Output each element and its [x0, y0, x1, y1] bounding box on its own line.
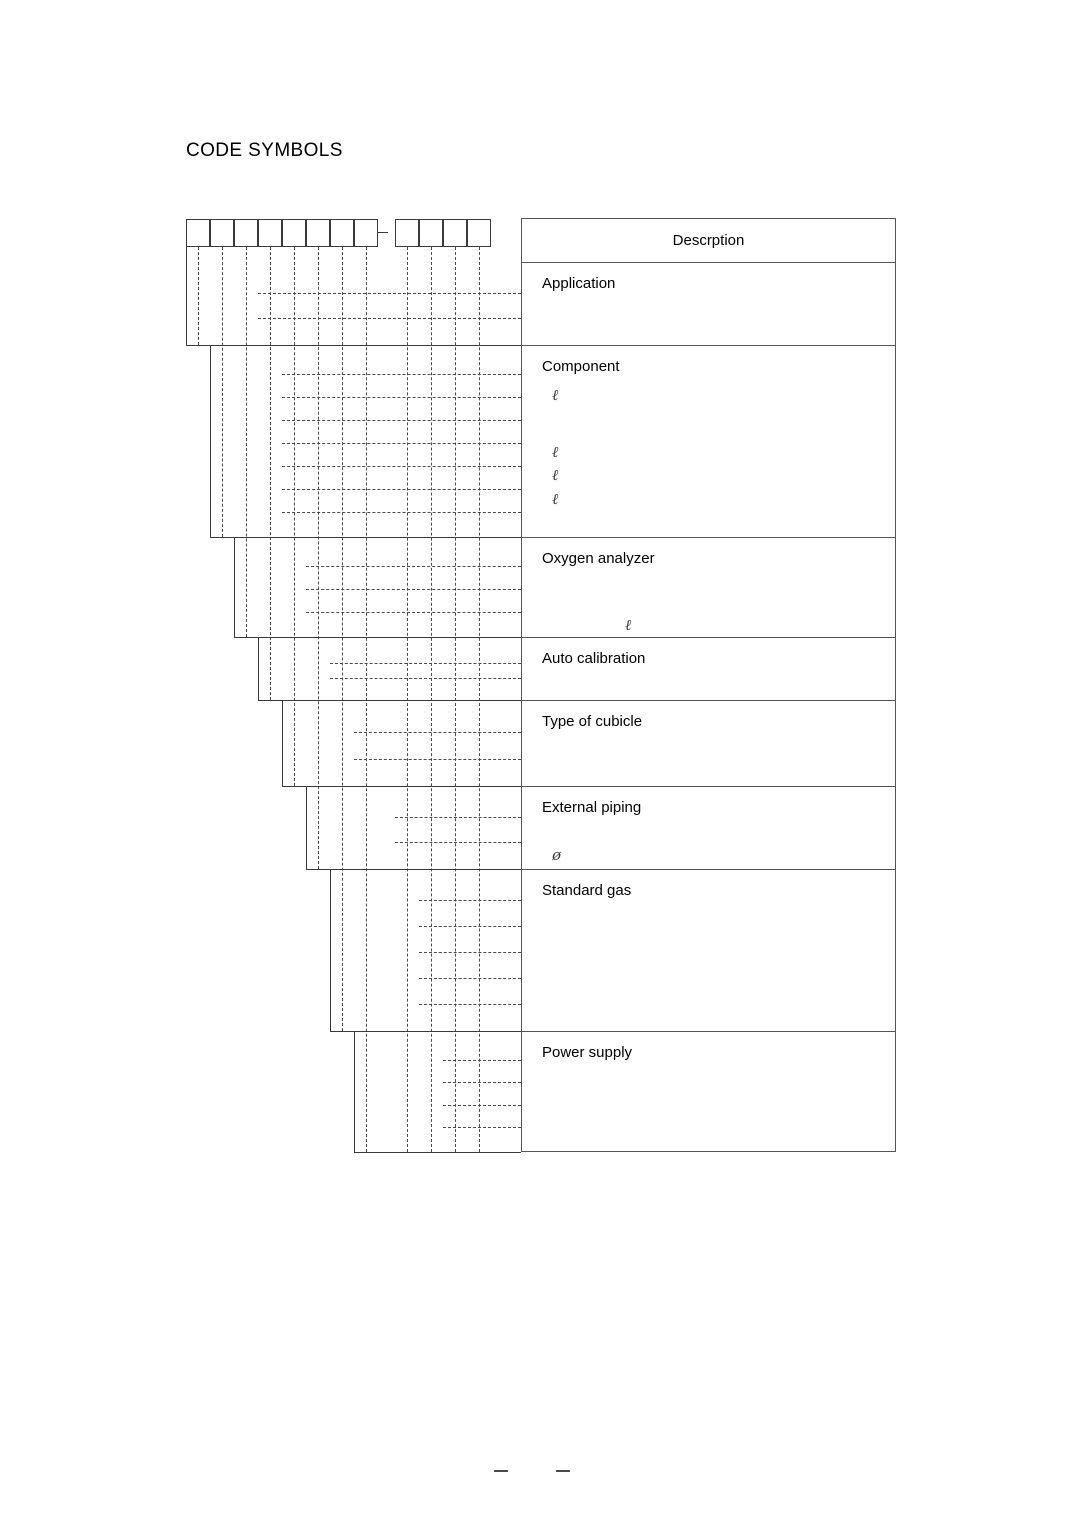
row-label: Type of cubicle	[542, 713, 643, 730]
footer-dash-left	[494, 1470, 508, 1472]
code-cell-left-4[interactable]	[258, 219, 282, 247]
drop-line-col-4	[270, 247, 271, 700]
leader-7-2	[419, 926, 521, 927]
drop-line-col-1	[198, 247, 199, 345]
step-baseline-1	[186, 345, 521, 346]
row-label: Standard gas	[542, 882, 632, 899]
step-baseline-8	[354, 1152, 521, 1153]
leader-8-2	[443, 1082, 521, 1083]
diameter-symbol: ø	[552, 846, 562, 864]
step-bracket-5	[282, 700, 283, 786]
leader-1-2	[258, 318, 521, 319]
leader-2-4	[282, 443, 521, 444]
code-cell-right-4[interactable]	[467, 219, 491, 247]
leader-8-1	[443, 1060, 521, 1061]
leader-2-5	[282, 466, 521, 467]
leader-7-5	[419, 1004, 521, 1005]
page-title: CODE SYMBOLS	[186, 140, 343, 161]
litre-symbol: ℓ	[552, 490, 559, 508]
leader-3-2	[306, 589, 521, 590]
code-cell-right-1[interactable]	[395, 219, 419, 247]
leader-4-2	[330, 678, 521, 679]
code-cell-right-3[interactable]	[443, 219, 467, 247]
leader-2-3	[282, 420, 521, 421]
step-bracket-3	[234, 537, 235, 637]
leader-1-1	[258, 293, 521, 294]
drop-line-col-2	[222, 247, 223, 537]
leader-2-6	[282, 489, 521, 490]
table-row: Type of cubicle	[522, 701, 895, 787]
code-cell-left-1[interactable]	[186, 219, 210, 247]
table-row: Auto calibration	[522, 638, 895, 701]
table-row: External piping ø	[522, 787, 895, 870]
table-row: Component ℓ ℓ ℓ ℓ	[522, 346, 895, 538]
leader-7-3	[419, 952, 521, 953]
leader-4-1	[330, 663, 521, 664]
code-cell-left-7[interactable]	[330, 219, 354, 247]
step-bracket-8	[354, 1031, 355, 1152]
drop-line-col-7	[342, 247, 343, 1031]
leader-3-1	[306, 566, 521, 567]
step-bracket-6	[306, 786, 307, 869]
leader-5-2	[354, 759, 521, 760]
leader-3-3	[306, 612, 521, 613]
table-row: Standard gas	[522, 870, 895, 1032]
step-baseline-6	[306, 869, 521, 870]
litre-symbol: ℓ	[552, 443, 559, 461]
table-row: Power supply	[522, 1032, 895, 1153]
leader-2-2	[282, 397, 521, 398]
step-bracket-7	[330, 869, 331, 1031]
code-cell-left-3[interactable]	[234, 219, 258, 247]
code-cell-left-6[interactable]	[306, 219, 330, 247]
table-header-description: Descrption	[522, 219, 895, 263]
litre-symbol: ℓ	[625, 616, 632, 634]
code-cell-right-2[interactable]	[419, 219, 443, 247]
litre-symbol: ℓ	[552, 466, 559, 484]
outer-left-bracket	[186, 247, 187, 345]
leader-2-1	[282, 374, 521, 375]
footer-dash-right	[556, 1470, 570, 1472]
drop-line-col-5	[294, 247, 295, 786]
drop-line-col-3	[246, 247, 247, 637]
row-label: Application	[542, 275, 616, 292]
step-baseline-5	[282, 786, 521, 787]
row-label: External piping	[542, 799, 642, 816]
leader-6-2	[395, 842, 521, 843]
code-cell-left-8[interactable]	[354, 219, 378, 247]
leader-5-1	[354, 732, 521, 733]
leader-8-3	[443, 1105, 521, 1106]
litre-symbol: ℓ	[552, 386, 559, 404]
step-baseline-7	[330, 1031, 521, 1032]
row-label: Component	[542, 358, 620, 375]
step-baseline-2	[210, 537, 521, 538]
code-separator-dash	[377, 232, 388, 233]
step-bracket-2	[210, 345, 211, 537]
table-row: Oxygen analyzer ℓ	[522, 538, 895, 638]
row-label: Auto calibration	[542, 650, 646, 667]
table-row: Application	[522, 263, 895, 346]
leader-7-4	[419, 978, 521, 979]
code-cell-left-5[interactable]	[282, 219, 306, 247]
description-table: Descrption Application Component ℓ ℓ ℓ ℓ Oxygen…	[521, 218, 896, 1152]
leader-2-7	[282, 512, 521, 513]
step-baseline-4	[258, 700, 521, 701]
leader-8-4	[443, 1127, 521, 1128]
row-label: Power supply	[542, 1044, 633, 1061]
drop-line-col-6	[318, 247, 319, 869]
document-page: CODE SYMBOLS Descrption Application Compon…	[0, 0, 1080, 1528]
row-label: Oxygen analyzer	[542, 550, 655, 567]
leader-6-1	[395, 817, 521, 818]
step-bracket-4	[258, 637, 259, 700]
code-cell-left-2[interactable]	[210, 219, 234, 247]
step-baseline-3	[234, 637, 521, 638]
leader-7-1	[419, 900, 521, 901]
